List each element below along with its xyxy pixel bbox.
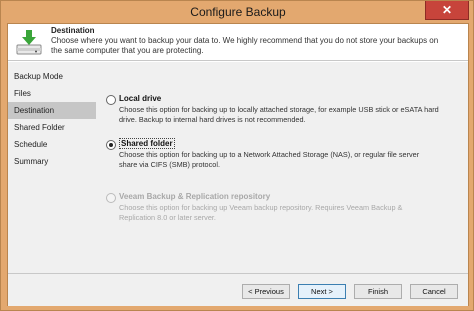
sidebar-item-backup-mode[interactable]: Backup Mode (8, 68, 96, 85)
page-title: Destination (51, 26, 95, 35)
shared-folder-radio[interactable] (106, 140, 116, 150)
local-drive-label[interactable]: Local drive (119, 94, 161, 103)
wizard-footer: < Previous Next > Finish Cancel (8, 273, 468, 306)
sidebar-item-summary[interactable]: Summary (8, 153, 96, 170)
cancel-button[interactable]: Cancel (410, 284, 458, 299)
close-button[interactable]: ✕ (425, 1, 469, 20)
sidebar-item-shared-folder[interactable]: Shared Folder (8, 119, 96, 136)
finish-button[interactable]: Finish (354, 284, 402, 299)
previous-button[interactable]: < Previous (242, 284, 290, 299)
page-description: Choose where you want to backup your dat… (51, 36, 439, 55)
destination-options: Local drive Choose this option for backi… (96, 62, 468, 273)
veeam-repository-radio (106, 193, 116, 203)
sidebar-item-destination[interactable]: Destination (8, 102, 96, 119)
local-drive-radio[interactable] (106, 95, 116, 105)
local-drive-description: Choose this option for backing up to loc… (119, 105, 439, 124)
sidebar-item-files[interactable]: Files (8, 85, 96, 102)
wizard-steps: Backup Mode Files Destination Shared Fol… (8, 62, 96, 273)
veeam-repository-label: Veeam Backup & Replication repository (119, 192, 271, 201)
window-frame: Configure Backup ✕ Destination Choose wh… (0, 0, 474, 311)
title-bar[interactable]: Configure Backup ✕ (1, 1, 474, 23)
option-local-drive[interactable]: Local drive Choose this option for backi… (106, 94, 456, 126)
download-to-drive-icon (16, 30, 42, 55)
sidebar-item-schedule[interactable]: Schedule (8, 136, 96, 153)
option-shared-folder[interactable]: Shared folder Choose this option for bac… (106, 138, 456, 171)
page-header: Destination Choose where you want to bac… (8, 24, 468, 61)
shared-folder-description: Choose this option for backing up to a N… (119, 150, 420, 169)
veeam-repository-description: Choose this option for backing up Veeam … (119, 203, 403, 222)
window-title: Configure Backup (190, 5, 286, 19)
shared-folder-label[interactable]: Shared folder (119, 138, 175, 149)
main-area: Backup Mode Files Destination Shared Fol… (8, 62, 468, 273)
dialog-body: Destination Choose where you want to bac… (7, 23, 469, 306)
option-veeam-repository: Veeam Backup & Replication repository Ch… (106, 192, 456, 224)
next-button[interactable]: Next > (298, 284, 346, 299)
